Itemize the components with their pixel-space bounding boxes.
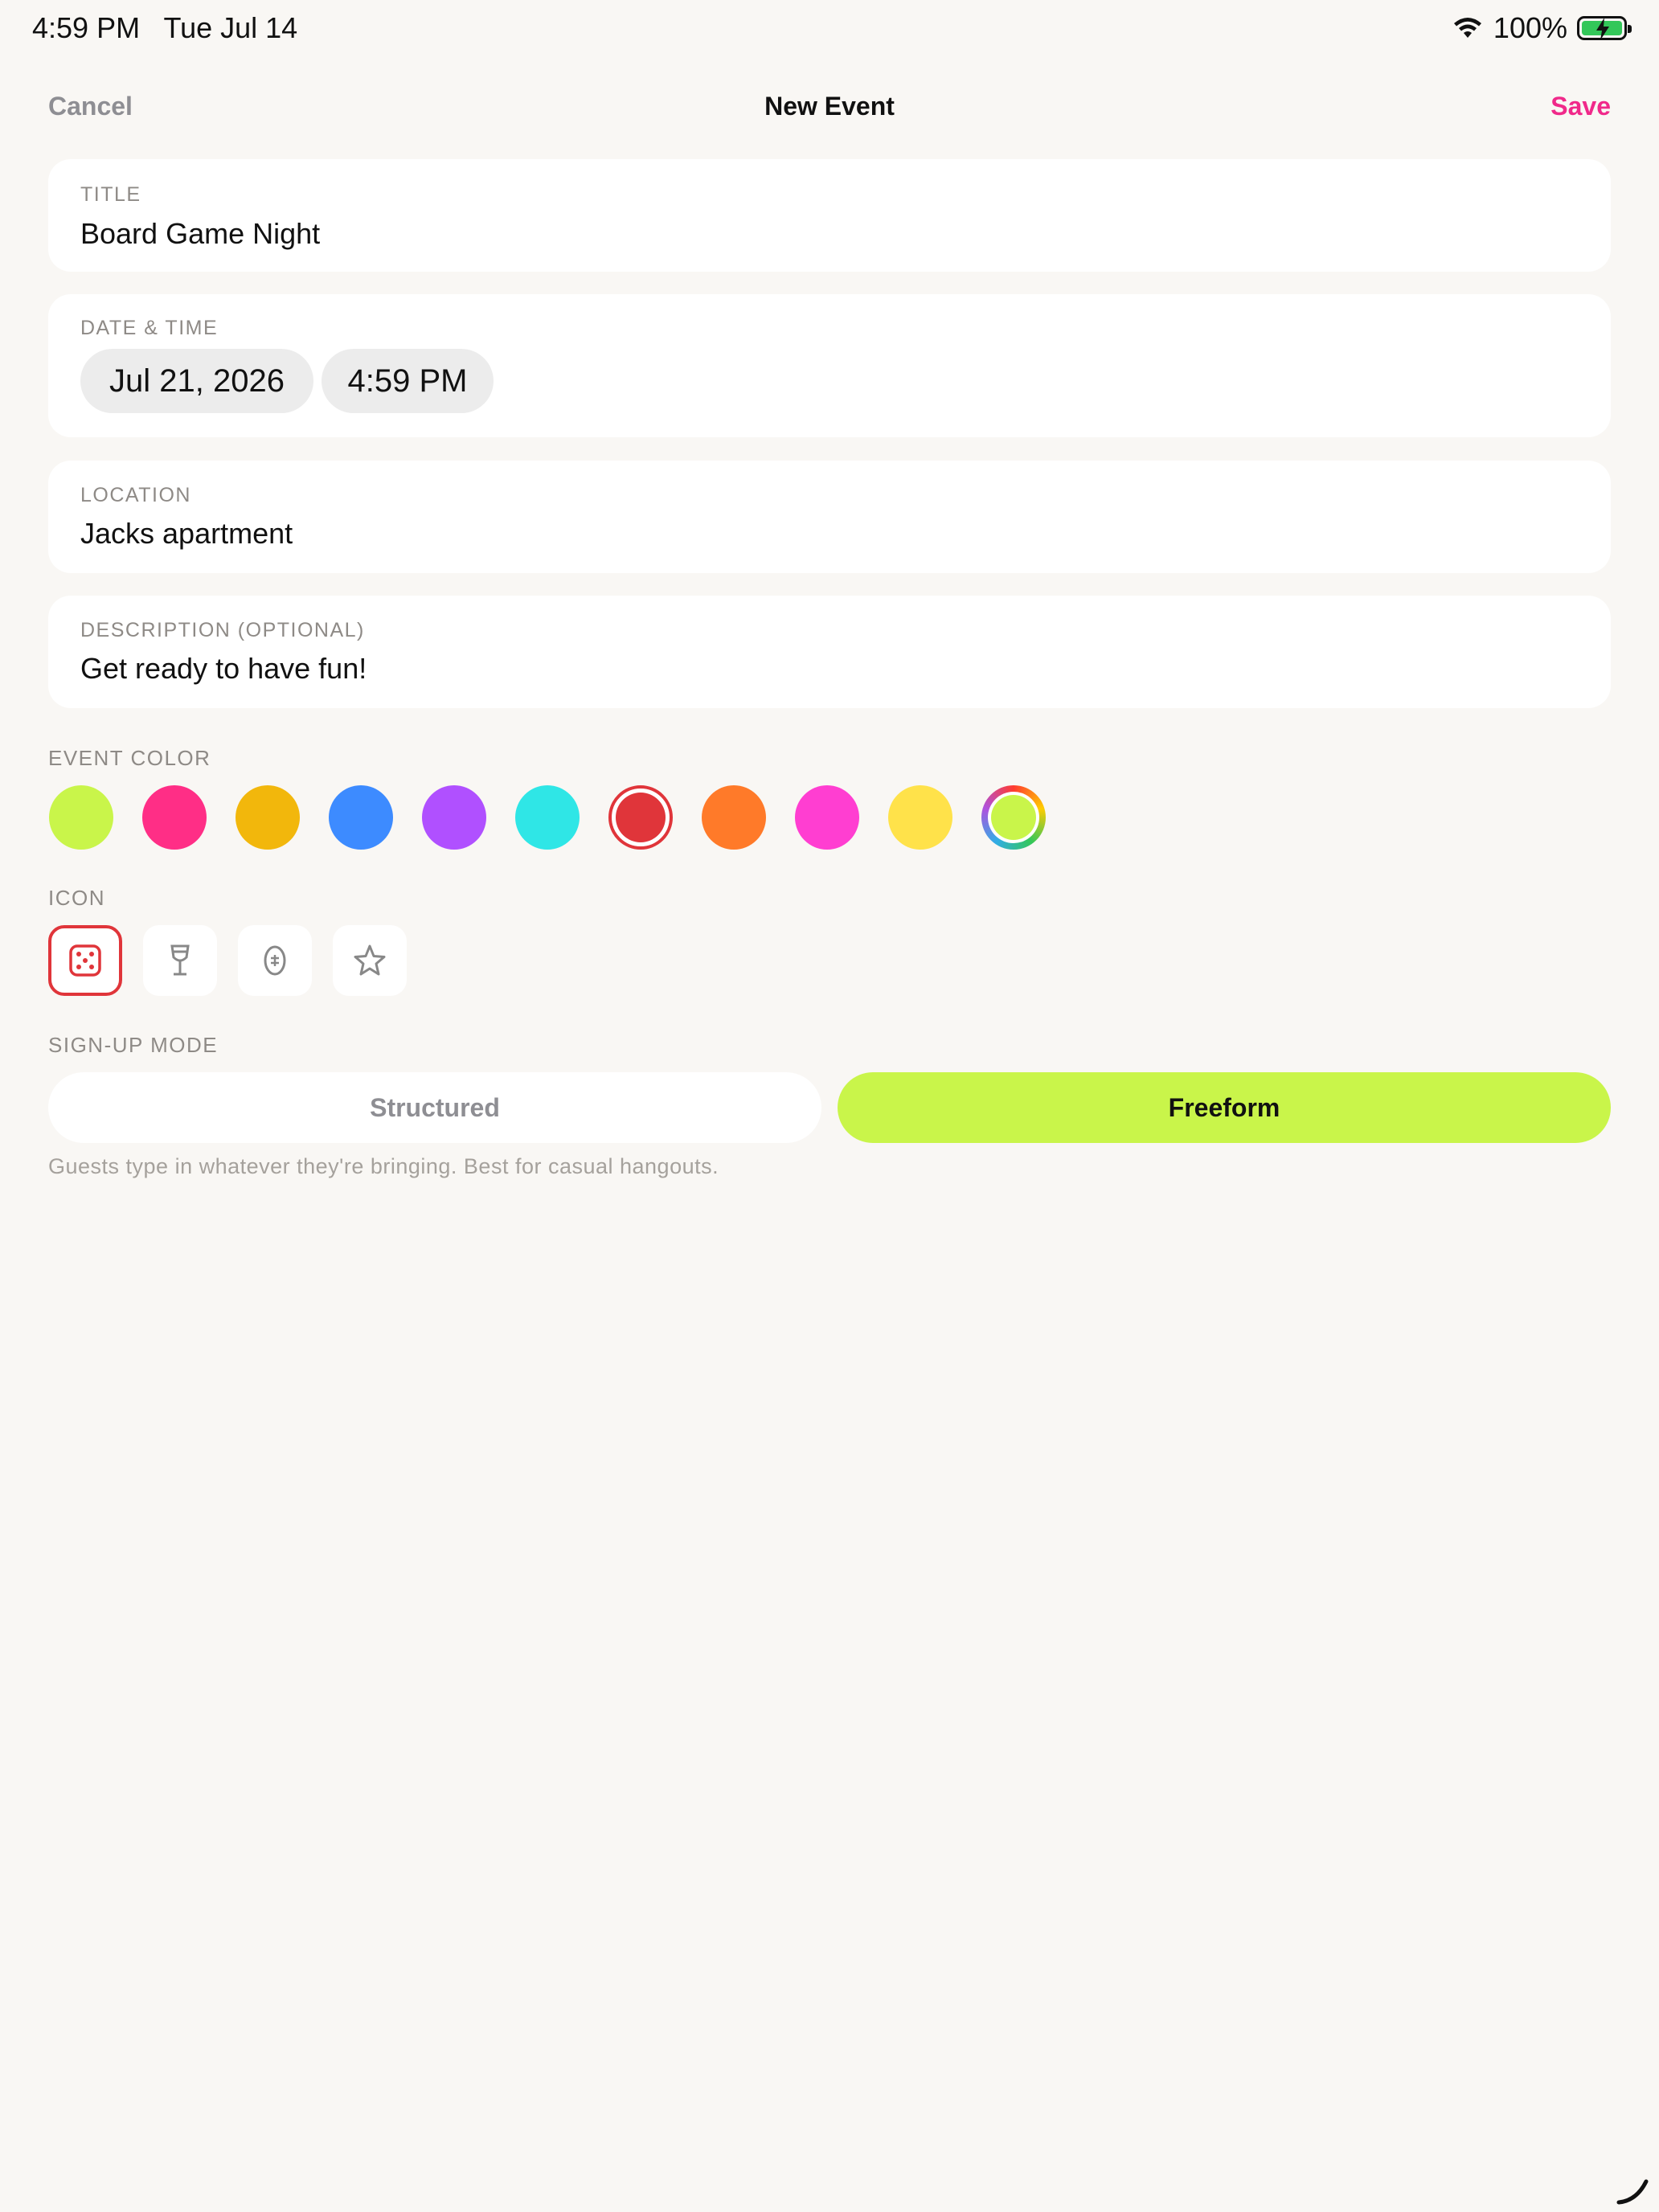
save-button[interactable]: Save [1550,92,1611,121]
title-label: TITLE [80,183,141,206]
icon-option-wine-glass[interactable] [143,925,217,996]
color-swatch[interactable] [236,785,300,850]
status-time: 4:59 PM [32,11,141,44]
color-swatch[interactable] [888,785,952,850]
battery-percent: 100% [1493,11,1567,44]
color-swatch[interactable] [422,785,486,850]
event-color-label: EVENT COLOR [48,746,211,770]
color-swatch[interactable] [795,785,859,850]
dice-icon [69,944,101,977]
title-input[interactable] [80,217,1527,251]
color-swatch[interactable] [142,785,207,850]
icon-option-football[interactable] [238,925,312,996]
signup-mode-hint: Guests type in whatever they're bringing… [48,1154,719,1178]
football-icon [264,945,286,976]
description-label: DESCRIPTION (OPTIONAL) [80,619,365,641]
signup-mode-label: SIGN-UP MODE [48,1033,219,1057]
description-card: DESCRIPTION (OPTIONAL) [48,596,1611,708]
color-swatch[interactable] [608,785,673,850]
icon-label: ICON [48,886,105,910]
wine-glass-icon [170,944,190,976]
location-label: LOCATION [80,484,191,506]
color-swatch[interactable] [49,785,113,850]
page-title: New Event [764,92,895,121]
icon-option-dice[interactable] [48,925,122,996]
date-picker[interactable]: Jul 21, 2026 [80,349,313,413]
datetime-card: DATE & TIME Jul 21, 2026 4:59 PM [48,294,1611,437]
status-indicators: 100% [1452,11,1632,45]
color-swatch[interactable] [515,785,580,850]
location-input[interactable] [80,517,1527,551]
color-swatch[interactable] [702,785,766,850]
datetime-label: DATE & TIME [80,317,219,339]
status-date: Tue Jul 14 [163,11,298,44]
description-input[interactable] [80,652,1527,686]
freeform-mode-button[interactable]: Freeform [838,1072,1611,1143]
wifi-icon [1453,18,1481,38]
location-card: LOCATION [48,461,1611,573]
time-picker[interactable]: 4:59 PM [322,349,494,413]
title-card: TITLE [48,159,1611,272]
status-time-date: 4:59 PM Tue Jul 14 [32,11,297,45]
custom-color-swatch[interactable] [981,785,1046,850]
star-icon [354,944,386,976]
battery-icon [1577,16,1632,40]
color-swatch[interactable] [329,785,393,850]
resize-handle-icon [1616,2179,1649,2205]
icon-option-star[interactable] [333,925,407,996]
structured-mode-button[interactable]: Structured [48,1072,821,1143]
